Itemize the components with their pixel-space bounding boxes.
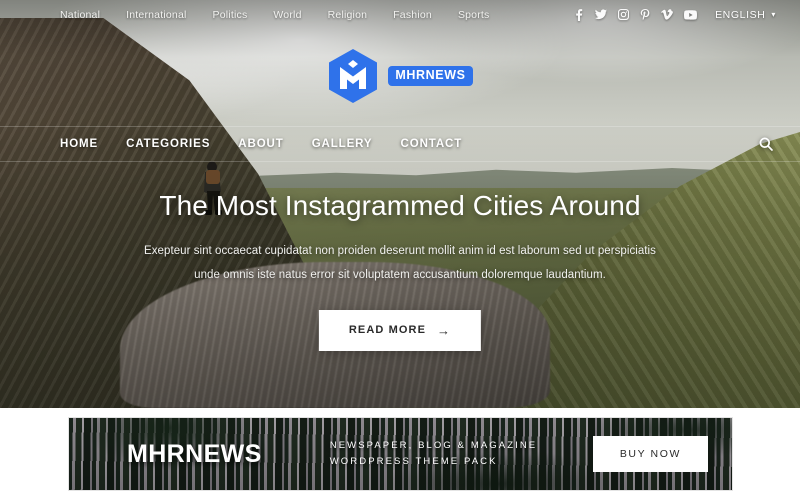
read-more-label: READ MORE (348, 324, 427, 336)
promo-tagline: NEWSPAPER, BLOG & MAGAZINE WORDPRESS THE… (330, 438, 538, 469)
nav-item-home[interactable]: HOME (60, 138, 98, 150)
search-icon (759, 137, 773, 151)
top-nav-item-national[interactable]: National (60, 9, 100, 21)
read-more-button[interactable]: READ MORE → (318, 310, 482, 351)
arrow-right-icon: → (437, 323, 452, 338)
language-selector[interactable]: ENGLISH ▾ (715, 9, 776, 21)
facebook-icon (576, 8, 583, 21)
hexagon-m-logo-icon (329, 49, 378, 103)
twitter-link[interactable] (595, 9, 608, 20)
nav-item-categories[interactable]: CATEGORIES (126, 138, 210, 150)
top-nav-item-fashion[interactable]: Fashion (393, 9, 432, 21)
promo-brand: MHRNEWS (127, 439, 262, 468)
instagram-icon (618, 9, 630, 20)
top-category-nav: National International Politics World Re… (60, 9, 489, 21)
pinterest-link[interactable] (640, 8, 650, 21)
language-label: ENGLISH (715, 8, 766, 21)
top-nav-item-world[interactable]: World (273, 9, 301, 21)
facebook-link[interactable] (574, 8, 584, 21)
main-nav: HOME CATEGORIES ABOUT GALLERY CONTACT (0, 126, 800, 162)
vimeo-link[interactable] (661, 9, 674, 20)
hero-content: The Most Instagrammed Cities Around Exep… (0, 188, 800, 287)
promo-banner[interactable]: MHRNEWS NEWSPAPER, BLOG & MAGAZINE WORDP… (68, 417, 733, 491)
top-nav-item-international[interactable]: International (126, 9, 186, 21)
top-nav-item-politics[interactable]: Politics (213, 9, 248, 21)
promo-area: MHRNEWS NEWSPAPER, BLOG & MAGAZINE WORDP… (0, 408, 800, 500)
chevron-down-icon: ▾ (771, 9, 776, 19)
main-nav-items: HOME CATEGORIES ABOUT GALLERY CONTACT (60, 138, 462, 150)
hero-title: The Most Instagrammed Cities Around (159, 190, 641, 221)
twitter-icon (595, 9, 608, 20)
nav-item-gallery[interactable]: GALLERY (312, 138, 373, 150)
site-logo[interactable]: MHRNEWS (0, 48, 800, 104)
search-button[interactable] (756, 134, 776, 154)
hero-section: National International Politics World Re… (0, 0, 800, 408)
promo-content: MHRNEWS NEWSPAPER, BLOG & MAGAZINE WORDP… (69, 418, 732, 490)
hero-subtitle: Exepteur sint occaecat cupidatat non pro… (144, 245, 656, 281)
top-nav-item-religion[interactable]: Religion (328, 9, 368, 21)
social-links (574, 8, 698, 21)
top-nav-item-sports[interactable]: Sports (458, 9, 490, 21)
promo-tagline-line-2: WORDPRESS THEME PACK (329, 456, 498, 467)
top-bar: National International Politics World Re… (0, 0, 800, 29)
top-bar-right: ENGLISH ▾ (574, 8, 776, 21)
vimeo-icon (661, 9, 674, 20)
buy-now-button[interactable]: BUY NOW (592, 435, 708, 473)
youtube-link[interactable] (684, 9, 698, 20)
promo-tagline-line-1: NEWSPAPER, BLOG & MAGAZINE (329, 440, 538, 452)
pinterest-icon (640, 8, 650, 20)
nav-item-contact[interactable]: CONTACT (401, 138, 463, 150)
youtube-icon (684, 9, 698, 20)
nav-item-about[interactable]: ABOUT (238, 138, 283, 150)
logo-badge-text: MHRNEWS (388, 66, 473, 86)
instagram-link[interactable] (618, 9, 630, 20)
